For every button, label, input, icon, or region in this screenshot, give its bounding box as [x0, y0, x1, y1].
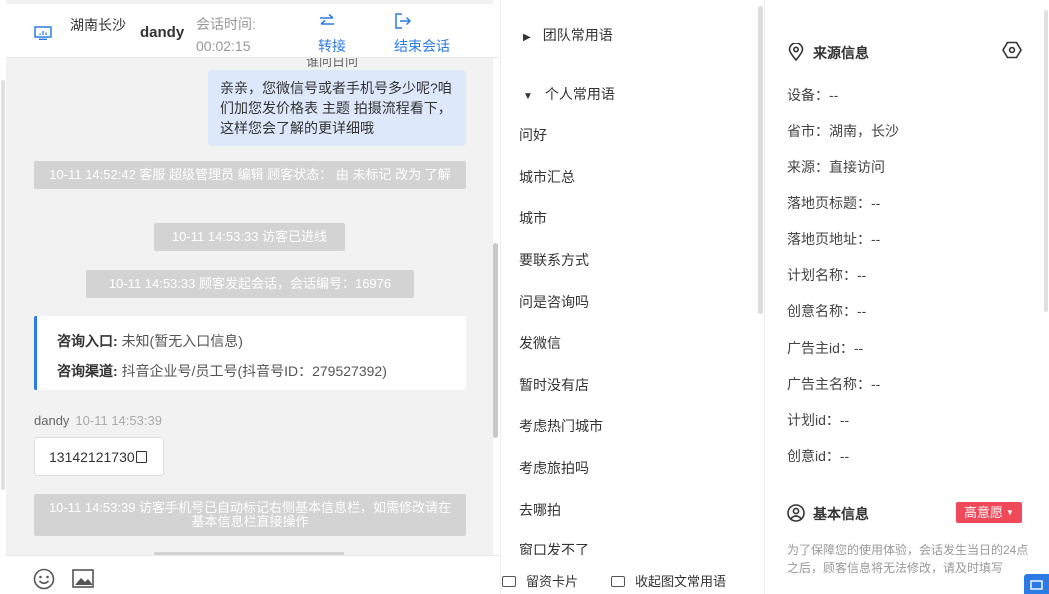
- basic-info-title: 基本信息: [787, 504, 869, 524]
- personal-phrases-group[interactable]: ▼ 个人常用语: [523, 84, 615, 104]
- visitor-name-header: dandy: [140, 24, 185, 41]
- entry-label: 咨询入口:: [57, 333, 118, 349]
- collapse-phrases-label: 收起图文常用语: [635, 574, 727, 589]
- info-creative-name: 创意名称：--: [787, 303, 867, 319]
- source-info-title: 来源信息: [787, 43, 869, 63]
- chat-panel: 谁问日问 亲亲，您微信号或者手机号多少呢?咱们加您发价格表 主题 拍摄流程看下，…: [0, 0, 500, 594]
- channel-label: 咨询渠道:: [57, 363, 118, 379]
- phrase-item[interactable]: 城市: [519, 208, 547, 228]
- copy-icon[interactable]: [135, 451, 147, 463]
- lead-card-label: 留资卡片: [526, 574, 579, 589]
- source-info-label: 来源信息: [813, 45, 869, 61]
- transfer-label: 转接: [318, 38, 346, 54]
- visitor-location: 湖南长沙: [70, 17, 126, 33]
- info-creative-id: 创意id：--: [787, 448, 850, 464]
- phrase-item[interactable]: 考虑旅拍吗: [519, 458, 589, 478]
- settings-hex-icon[interactable]: [1002, 41, 1022, 59]
- info-scrollbar[interactable]: [1044, 10, 1048, 312]
- card-icon: [502, 576, 516, 587]
- phrase-item[interactable]: 城市汇总: [519, 167, 575, 187]
- phrase-item[interactable]: 发微信: [519, 333, 561, 353]
- session-time-label: 会话时间:: [196, 16, 256, 32]
- visitor-message-time: 10-11 14:53:39: [75, 413, 162, 428]
- visitor-info-panel: 来源信息 设备：-- 省市：湖南，长沙 来源：直接访问 落地页标题：-- 落地页…: [764, 0, 1049, 594]
- phrase-item[interactable]: 考虑热门城市: [519, 416, 603, 436]
- channel-row: 咨询渠道: 抖音企业号/员工号(抖音号ID：279527392): [57, 356, 466, 386]
- phrase-item[interactable]: 问好: [519, 125, 547, 145]
- transfer-button[interactable]: 转接: [318, 10, 346, 57]
- visitor-name: dandy: [34, 413, 70, 428]
- image-icon[interactable]: [72, 569, 94, 588]
- exit-icon: [395, 13, 412, 29]
- info-advertiser-name: 广告主名称：--: [787, 376, 881, 392]
- info-plan-name: 计划名称：--: [787, 267, 867, 283]
- user-circle-icon: [787, 504, 805, 522]
- team-phrases-group[interactable]: ▶ 团队常用语: [523, 25, 613, 45]
- system-message-auto-mark: 10-11 14:53:39 访客手机号已自动标记右侧基本信息栏，如需修改请在基…: [34, 494, 466, 536]
- info-advertiser-id: 广告主id：--: [787, 340, 864, 356]
- phrases-panel: ▶ 团队常用语 ▼ 个人常用语 问好 城市汇总 城市 要联系方式 问是咨询吗 发微信…: [500, 0, 765, 594]
- collapse-icon: [611, 576, 625, 587]
- basic-info-label: 基本信息: [813, 506, 869, 522]
- visitor-phone: 13142121730: [49, 449, 135, 465]
- chat-scrollbar[interactable]: [493, 243, 498, 438]
- agent-message-bubble: 亲亲，您微信号或者手机号多少呢?咱们加您发价格表 主题 拍摄流程看下，这样您会了…: [208, 70, 466, 146]
- caret-down-icon: ▼: [523, 91, 533, 102]
- collapse-phrases-button[interactable]: 收起图文常用语: [611, 571, 726, 590]
- visitor-phone-bubble: 13142121730: [34, 437, 164, 476]
- entry-row: 咨询入口: 未知(暂无入口信息): [57, 326, 466, 356]
- left-scrollbar-thumb[interactable]: [1, 80, 5, 490]
- visitor-message-meta: dandy 10-11 14:53:39: [34, 413, 162, 428]
- caret-right-icon: ▶: [523, 32, 531, 43]
- emoji-icon[interactable]: [33, 568, 55, 590]
- system-message-visitor-joined: 10-11 14:53:33 访客已进线: [154, 223, 345, 251]
- session-time: 00:02:15: [196, 38, 251, 54]
- location-pin-icon: [788, 43, 804, 61]
- phrases-footer: 留资卡片 收起图文常用语: [501, 555, 765, 594]
- system-message-session-start: 10-11 14:53:33 顾客发起会话，会话编号：16976: [86, 270, 414, 298]
- info-province-city: 省市：湖南，长沙: [787, 123, 899, 139]
- intent-level-label: 高意愿: [964, 505, 1004, 520]
- desktop-icon: [34, 26, 52, 40]
- caret-down-icon: ▼: [1006, 508, 1014, 517]
- info-device: 设备：--: [787, 87, 839, 103]
- info-source: 来源：直接访问: [787, 159, 885, 175]
- info-landing-title: 落地页标题：--: [787, 195, 881, 211]
- phrase-item[interactable]: 问是咨询吗: [519, 292, 589, 312]
- channel-value: 抖音企业号/员工号(抖音号ID：279527392): [121, 363, 387, 379]
- system-message-status-change: 10-11 14:52:42 客服 超级管理员 编辑 顾客状态： 由 未标记 改…: [34, 161, 466, 189]
- floating-chat-button[interactable]: [1024, 574, 1049, 594]
- phrase-item[interactable]: 要联系方式: [519, 250, 589, 270]
- chat-toolbar: [6, 555, 500, 594]
- end-session-label: 结束会话: [394, 38, 450, 54]
- message-icon: [1030, 580, 1043, 590]
- personal-phrases-label: 个人常用语: [544, 86, 615, 102]
- end-session-button[interactable]: 结束会话: [394, 10, 450, 57]
- phrases-scrollbar[interactable]: [758, 6, 763, 314]
- chat-header: 湖南长沙 dandy 会话时间: 00:02:15 转接 结束会话: [6, 4, 499, 58]
- team-phrases-label: 团队常用语: [542, 27, 613, 43]
- lead-card-button[interactable]: 留资卡片: [502, 571, 578, 590]
- edit-deadline-note: 为了保障您的使用体验，会话发生当日的24点之后，顾客信息将无法修改，请及时填写: [787, 543, 1029, 575]
- intent-level-dropdown[interactable]: 高意愿 ▼: [956, 502, 1022, 523]
- phrase-item[interactable]: 去哪拍: [519, 500, 561, 520]
- info-landing-url: 落地页地址：--: [787, 231, 881, 247]
- phrase-item[interactable]: 暂时没有店: [519, 375, 589, 395]
- transfer-icon: [320, 13, 334, 25]
- info-plan-id: 计划id：--: [787, 412, 850, 428]
- chat-message-area[interactable]: 谁问日问 亲亲，您微信号或者手机号多少呢?咱们加您发价格表 主题 拍摄流程看下，…: [6, 0, 493, 555]
- consult-entry-card: 咨询入口: 未知(暂无入口信息) 咨询渠道: 抖音企业号/员工号(抖音号ID：2…: [34, 316, 466, 390]
- entry-value: 未知(暂无入口信息): [121, 333, 243, 349]
